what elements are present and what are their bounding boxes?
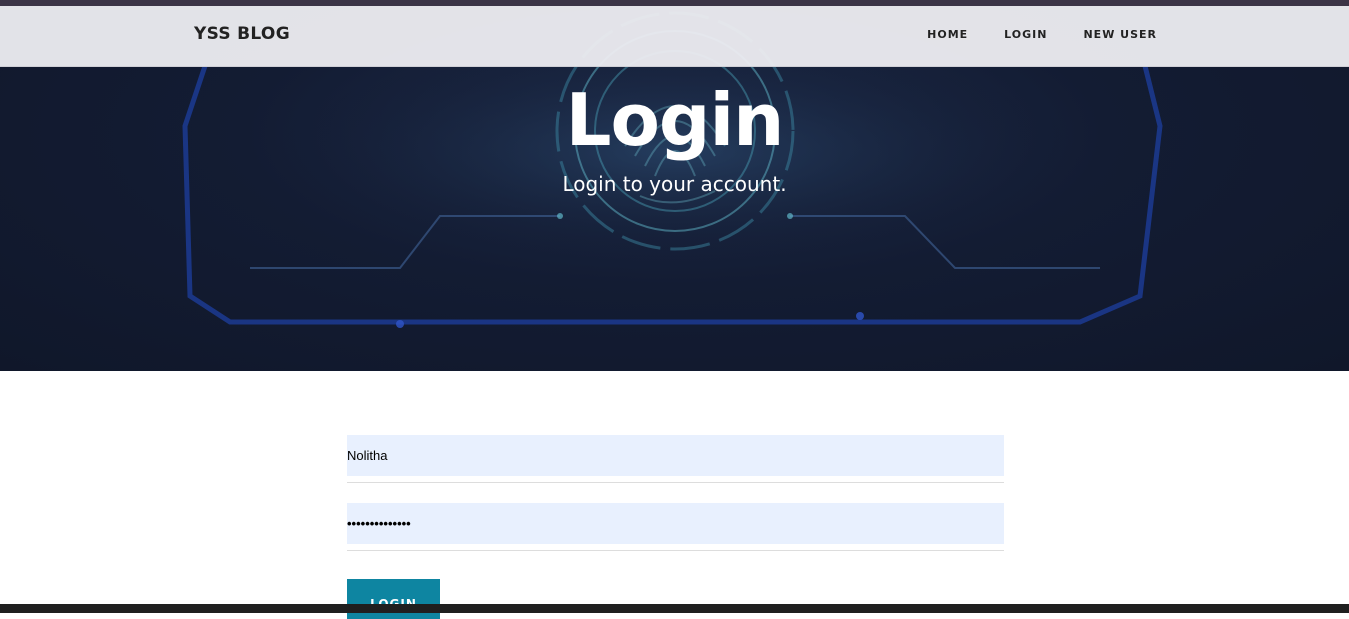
nav-links: HOME LOGIN NEW USER <box>891 28 1157 41</box>
password-field-wrapper <box>347 503 1004 551</box>
username-field-wrapper <box>347 435 1004 483</box>
login-form: LOGIN <box>347 435 1004 619</box>
nav-home-link[interactable]: HOME <box>927 28 968 41</box>
page-title: Login <box>565 78 785 162</box>
nav-new-user-link[interactable]: NEW USER <box>1083 28 1157 41</box>
password-input[interactable] <box>347 503 1004 544</box>
brand-logo-link[interactable]: YSS BLOG <box>194 24 290 44</box>
os-taskbar <box>0 604 1349 613</box>
login-button[interactable]: LOGIN <box>347 579 440 619</box>
top-navbar: YSS BLOG HOME LOGIN NEW USER <box>0 6 1349 67</box>
page-subtitle: Login to your account. <box>562 172 787 196</box>
username-input[interactable] <box>347 435 1004 476</box>
nav-login-link[interactable]: LOGIN <box>1004 28 1047 41</box>
